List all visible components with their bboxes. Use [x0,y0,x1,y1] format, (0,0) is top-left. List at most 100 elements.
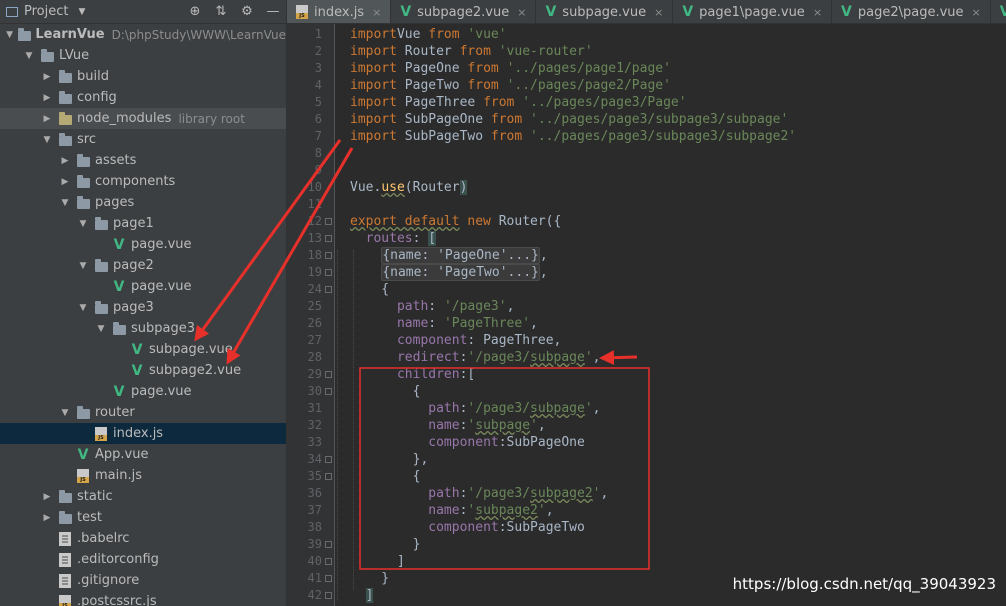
fold-marker-icon[interactable] [325,575,332,582]
fold-marker-icon[interactable] [325,286,332,293]
fold-marker-icon[interactable] [325,235,332,242]
chevron-down-icon[interactable]: ▼ [74,219,92,229]
tree-item[interactable]: Vpage.vue [0,276,286,297]
chevron-down-icon[interactable]: ▼ [56,408,74,418]
tree-item[interactable]: ▶ config [0,87,286,108]
code-token: subpage [530,350,585,365]
hide-icon[interactable]: — [260,4,286,19]
chevron-right-icon[interactable]: ▶ [38,492,56,502]
code-token[interactable]: {name: 'PageOne'...} [381,247,540,264]
close-icon[interactable]: × [372,6,381,19]
code-token: :[ [459,367,476,382]
code-line: } [350,536,421,553]
code-token: '../pages/page2/Page' [506,78,671,93]
globe-icon[interactable]: ⊕ [182,4,208,19]
editor-tab[interactable]: Vpage1\page.vue × [673,0,833,23]
code-token[interactable]: {name: 'PageTwo'...} [381,264,540,281]
tree-item[interactable]: ▶ static [0,486,286,507]
tree-item[interactable]: ▶ test [0,507,286,528]
project-view-selector[interactable]: Project [24,4,68,19]
line-number: 1 [314,27,322,41]
code-line: path: '/page3', [350,298,514,315]
chevron-down-icon[interactable]: ▼ [92,324,110,334]
editor-tab[interactable]: Vsubpage.vue × [536,0,674,23]
tree-item[interactable]: .editorconfig [0,549,286,570]
tree-item[interactable]: index.js [0,423,286,444]
gear-icon[interactable]: ⚙ [234,4,260,19]
tree-item[interactable]: ▶ build [0,66,286,87]
code-token: { [350,384,421,399]
js-file-icon [296,5,308,19]
fold-marker-icon[interactable] [325,558,332,565]
chevron-down-icon[interactable]: ▼ [2,30,17,40]
tree-item[interactable]: ▼ page3 [0,297,286,318]
tree-item[interactable]: ▼ LearnVue D:\phpStudy\WWW\LearnVue [0,24,286,45]
chevron-right-icon[interactable]: ▶ [38,114,56,124]
tree-item[interactable]: ▶ components [0,171,286,192]
tree-item[interactable]: Vpage.vue [0,234,286,255]
fold-marker-icon[interactable] [325,541,332,548]
chevron-right-icon[interactable]: ▶ [56,177,74,187]
tree-item[interactable]: .gitignore [0,570,286,591]
fold-marker-icon[interactable] [325,473,332,480]
editor-tab[interactable]: Vsubpage2.vue × [391,0,537,23]
tree-item[interactable]: ▼ subpage3 [0,318,286,339]
editor-tab[interactable]: Vpage3\page.vue× [991,0,1006,23]
code-token: , [539,248,548,263]
code-line: import SubPageTwo from '../pages/page3/s… [350,128,796,145]
collapse-icon[interactable]: ⇅ [208,4,234,19]
chevron-down-icon[interactable]: ▼ [20,51,38,61]
tree-item-hint: library root [178,111,245,126]
tree-item[interactable]: V App.vue [0,444,286,465]
chevron-down-icon[interactable]: ▼ [74,261,92,271]
chevron-right-icon[interactable]: ▶ [38,93,56,103]
fold-marker-icon[interactable] [325,218,332,225]
vue-file-icon: V [113,278,125,295]
chevron-down-icon[interactable]: ▼ [56,198,74,208]
close-icon[interactable]: × [813,6,822,19]
tree-item[interactable]: ▼ router [0,402,286,423]
chevron-down-icon[interactable]: ▼ [78,7,85,17]
folder-icon [56,510,74,524]
tree-item[interactable]: Vpage.vue [0,381,286,402]
tree-item[interactable]: ▼ page1 [0,213,286,234]
chevron-right-icon[interactable]: ▶ [56,156,74,166]
tree-item[interactable]: ▼ src [0,129,286,150]
watermark: https://blog.csdn.net/qq_39043923 [732,575,996,593]
line-number: 36 [307,486,322,500]
fold-marker-icon[interactable] [325,252,332,259]
chevron-right-icon[interactable]: ▶ [38,72,56,82]
code-token: name [396,316,429,331]
tree-item-label: .editorconfig [77,552,159,567]
tree-item-label: subpage.vue [149,342,233,357]
tree-item[interactable]: Vsubpage2.vue [0,360,286,381]
close-icon[interactable]: × [517,6,526,19]
tree-item[interactable]: .postcssrc.js [0,591,286,606]
fold-marker-icon[interactable] [325,592,332,599]
code-token: '../pages/page3/subpage3/subpage2' [530,129,797,144]
tree-item[interactable]: ▶ assets [0,150,286,171]
fold-marker-icon[interactable] [325,269,332,276]
tree-item[interactable]: Vsubpage.vue [0,339,286,360]
fold-marker-icon[interactable] [325,371,332,378]
chevron-down-icon[interactable]: ▼ [74,303,92,313]
tree-item[interactable]: .babelrc [0,528,286,549]
editor-tab[interactable]: index.js × [287,0,392,23]
tree-item[interactable]: ▼ page2 [0,255,286,276]
tree-item[interactable]: ▼ pages [0,192,286,213]
chevron-down-icon[interactable]: ▼ [38,135,56,145]
fold-marker-icon[interactable] [325,388,332,395]
tree-item[interactable]: ▼ LVue [0,45,286,66]
chevron-right-icon[interactable]: ▶ [38,513,56,523]
tree-item[interactable]: ▶ node_modules library root [0,108,286,129]
close-icon[interactable]: × [972,6,981,19]
fold-marker-icon[interactable] [325,456,332,463]
close-icon[interactable]: × [654,6,663,19]
editor-tab[interactable]: Vpage2\page.vue × [832,0,991,23]
code-token: import [350,44,397,59]
tree-item-label: .babelrc [77,531,130,546]
code-line: { [350,281,389,298]
tree-item[interactable]: main.js [0,465,286,486]
code-editor[interactable]: importVue from 'vue' import Router from '… [335,24,1006,606]
